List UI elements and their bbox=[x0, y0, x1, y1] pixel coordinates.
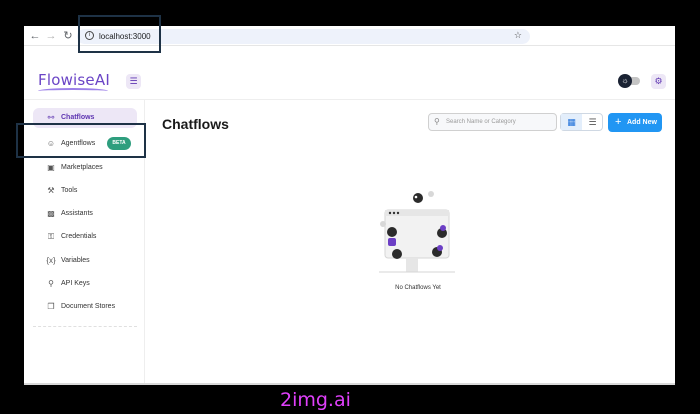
sidebar-item-label: API Keys bbox=[61, 280, 90, 287]
highlight-box-url bbox=[78, 15, 161, 53]
tool-icon: ⚒ bbox=[47, 186, 55, 195]
logo-swoosh bbox=[38, 88, 108, 94]
grid-view-icon[interactable]: ▦ bbox=[561, 114, 582, 130]
search-placeholder: Search Name or Category bbox=[446, 119, 516, 125]
watermark: 2img.ai bbox=[280, 389, 351, 411]
app-header: FlowiseAI ☰ ☼ ⚙ bbox=[24, 64, 675, 100]
sidebar-item-assistants[interactable]: ▩ Assistants bbox=[33, 204, 137, 224]
sidebar-item-label: Tools bbox=[61, 187, 78, 194]
empty-state-illustration bbox=[379, 191, 455, 273]
sidebar-item-label: Chatflows bbox=[61, 114, 95, 121]
arrow-left-icon[interactable]: ← bbox=[29, 30, 41, 42]
add-new-label: Add New bbox=[627, 119, 657, 126]
app-logo[interactable]: FlowiseAI bbox=[38, 71, 110, 89]
theme-toggle[interactable]: ☼ bbox=[618, 74, 640, 88]
sidebar-item-label: Document Stores bbox=[61, 303, 116, 310]
browser-window: ← → ↻ i localhost:3000 ☆ FlowiseAI ☰ ☼ ⚙… bbox=[24, 26, 675, 385]
highlight-box-agentflows bbox=[16, 123, 146, 158]
hamburger-menu-icon[interactable]: ☰ bbox=[126, 74, 141, 89]
sidebar-divider bbox=[33, 326, 137, 327]
key-icon: ⚲ bbox=[48, 279, 54, 288]
search-icon: ⚲ bbox=[434, 117, 440, 126]
gear-icon[interactable]: ⚙ bbox=[651, 74, 666, 89]
files-icon: ❐ bbox=[47, 302, 55, 311]
arrow-right-icon[interactable]: → bbox=[45, 30, 57, 42]
sidebar-item-credentials[interactable]: ⚿ Credentials bbox=[33, 227, 137, 247]
sidebar-item-label: Credentials bbox=[61, 233, 97, 240]
empty-state-message: No Chatflows Yet bbox=[395, 285, 441, 291]
building-store-icon: ▣ bbox=[47, 163, 55, 172]
variable-icon: {x} bbox=[46, 256, 56, 265]
sidebar-item-document-stores[interactable]: ❐ Document Stores bbox=[33, 297, 137, 317]
add-new-button[interactable]: + Add New bbox=[608, 113, 662, 132]
plus-icon: + bbox=[615, 116, 622, 128]
sidebar-item-variables[interactable]: {x} Variables bbox=[33, 251, 137, 271]
sidebar-item-api-keys[interactable]: ⚲ API Keys bbox=[33, 274, 137, 294]
robot-icon: ▩ bbox=[47, 209, 55, 218]
reload-icon[interactable]: ↻ bbox=[62, 30, 74, 42]
sidebar-item-label: Assistants bbox=[61, 210, 93, 217]
sidebar-item-label: Variables bbox=[61, 257, 90, 264]
page-title: Chatflows bbox=[162, 116, 229, 132]
sidebar-item-marketplaces[interactable]: ▣ Marketplaces bbox=[33, 158, 137, 178]
lock-icon: ⚿ bbox=[47, 232, 55, 241]
view-toggle: ▦ ☰ bbox=[560, 113, 603, 131]
search-input[interactable]: ⚲ Search Name or Category bbox=[428, 113, 557, 131]
sun-icon: ☼ bbox=[618, 74, 632, 88]
list-view-icon[interactable]: ☰ bbox=[582, 114, 603, 130]
star-icon[interactable]: ☆ bbox=[514, 30, 522, 41]
sidebar-item-tools[interactable]: ⚒ Tools bbox=[33, 181, 137, 201]
sidebar-item-label: Marketplaces bbox=[61, 164, 103, 171]
main-content: Chatflows ⚲ Search Name or Category ▦ ☰ … bbox=[146, 100, 675, 383]
